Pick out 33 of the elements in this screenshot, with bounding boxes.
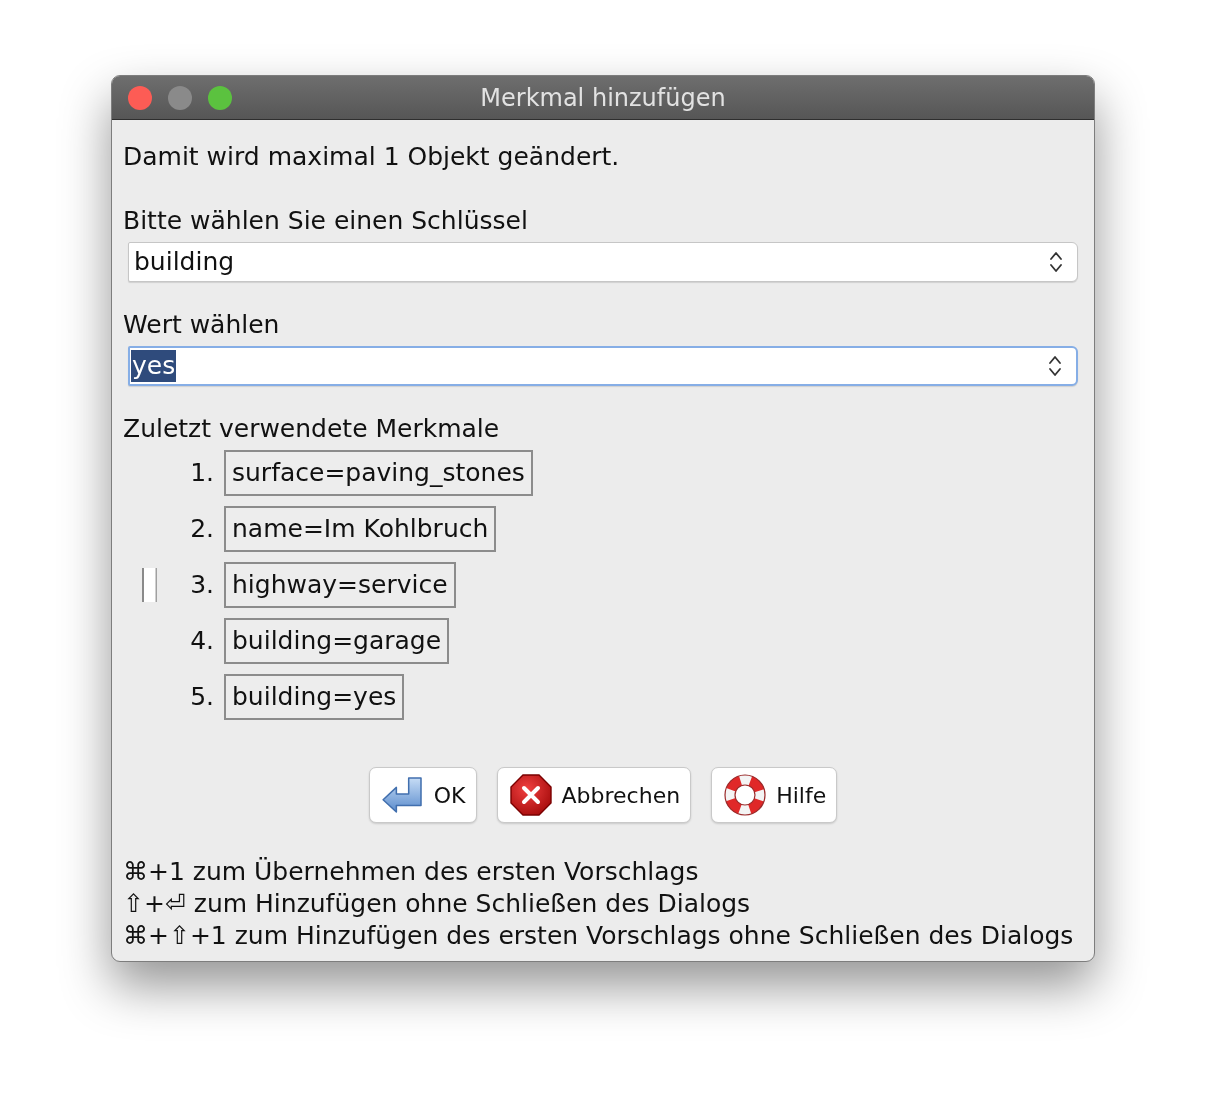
ok-button[interactable]: OK	[368, 767, 477, 823]
combobox-value: yes	[131, 350, 177, 382]
combobox-value: building	[133, 246, 236, 278]
help-button[interactable]: Hilfe	[711, 767, 838, 823]
info-text: Damit wird maximal 1 Objekt geändert.	[123, 142, 620, 172]
list-number: 1.	[189, 458, 214, 488]
window-title: Merkmal hinzufügen	[480, 82, 726, 113]
list-number: 5.	[189, 682, 214, 712]
list-number: 2.	[189, 514, 214, 544]
minimize-icon[interactable]	[168, 85, 192, 110]
stop-x-icon	[509, 774, 552, 816]
shortcut-hint: ⇧+⏎ zum Hinzufügen ohne Schließen des Dialogs	[123, 888, 752, 920]
cancel-button[interactable]: Abbrechen	[496, 767, 692, 823]
recent-tag[interactable]: building=yes	[224, 674, 405, 720]
shortcut-hint: ⌘+⇧+1 zum Hinzufügen des ersten Vorschlags ohne Schließen des Dialogs	[123, 920, 1074, 952]
recent-tags-heading: Zuletzt verwendete Merkmale	[123, 414, 500, 444]
recent-tag[interactable]: highway=service	[224, 562, 456, 608]
up-down-chevron-icon	[1049, 250, 1063, 274]
recent-tag[interactable]: name=Im Kohlbruch	[224, 506, 497, 552]
close-icon[interactable]	[128, 85, 152, 110]
up-down-chevron-icon	[1048, 354, 1062, 378]
value-combobox[interactable]: yes	[128, 346, 1078, 386]
key-combobox[interactable]: building	[128, 242, 1078, 282]
lifebuoy-icon	[724, 774, 767, 816]
zoom-icon[interactable]	[208, 85, 232, 110]
list-number: 4.	[189, 626, 214, 656]
recent-tag[interactable]: surface=paving_stones	[224, 450, 533, 496]
shortcut-hint: ⌘+1 zum Übernehmen des ersten Vorschlags	[123, 856, 700, 888]
recent-tag[interactable]: building=garage	[224, 618, 450, 664]
list-number: 3.	[189, 570, 214, 600]
field-label: Wert wählen	[123, 310, 280, 340]
field-label: Bitte wählen Sie einen Schlüssel	[123, 206, 528, 236]
return-arrow-icon	[381, 777, 424, 813]
